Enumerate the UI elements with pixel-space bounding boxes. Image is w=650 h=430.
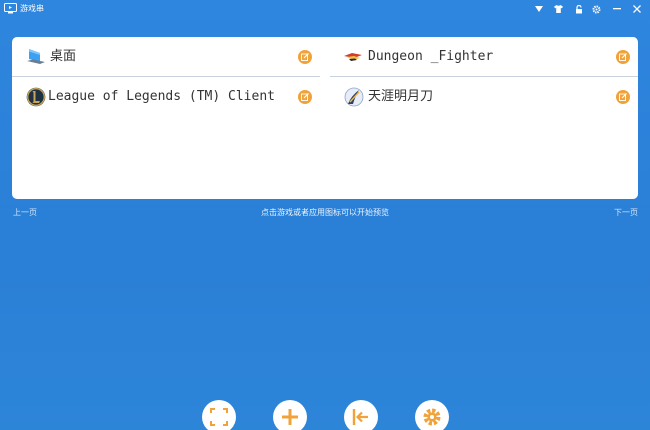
- exit-button[interactable]: [344, 400, 378, 430]
- dropdown-icon[interactable]: [532, 3, 545, 15]
- window-item-league-of-legends[interactable]: League of Legends (TM) Client: [12, 77, 320, 117]
- window-list-panel: 桌面 Dungeon _Fighter League of Legends (T…: [12, 37, 638, 199]
- lock-icon[interactable]: [572, 3, 585, 15]
- close-icon[interactable]: [630, 3, 643, 15]
- preview-hint: 点击游戏或者应用图标可以开始预览: [261, 208, 389, 217]
- minimize-icon[interactable]: [610, 3, 623, 15]
- window-title: 游戏串: [20, 4, 44, 13]
- desktop-icon: [27, 49, 45, 64]
- settings-icon[interactable]: [590, 3, 603, 15]
- window-label: League of Legends (TM) Client: [48, 89, 275, 104]
- edit-icon[interactable]: [616, 50, 630, 64]
- tianya-mingyuedao-icon: [344, 87, 364, 107]
- window-item-desktop[interactable]: 桌面: [12, 37, 320, 77]
- edit-icon[interactable]: [298, 50, 312, 64]
- next-page-link[interactable]: 下一页: [614, 208, 638, 218]
- edit-icon[interactable]: [298, 90, 312, 104]
- exit-icon: [352, 409, 368, 425]
- gear-icon: [423, 408, 441, 426]
- add-icon: [282, 409, 298, 425]
- league-of-legends-icon: [26, 87, 46, 107]
- monitor-icon: [4, 3, 17, 14]
- edit-icon[interactable]: [616, 90, 630, 104]
- capture-icon: [210, 408, 228, 426]
- window-label: Dungeon _Fighter: [368, 49, 494, 64]
- window-item-tianya-mingyuedao[interactable]: 天涯明月刀: [330, 77, 638, 117]
- window-item-dungeon-fighter[interactable]: Dungeon _Fighter: [330, 37, 638, 77]
- add-button[interactable]: [273, 400, 307, 430]
- dungeon-fighter-icon: [344, 53, 362, 61]
- title-bar: 游戏串: [0, 0, 650, 18]
- capture-button[interactable]: [202, 400, 236, 430]
- window-label: 天涯明月刀: [368, 89, 434, 104]
- shirt-icon[interactable]: [552, 3, 565, 15]
- window-label: 桌面: [50, 49, 77, 64]
- gear-button[interactable]: [415, 400, 449, 430]
